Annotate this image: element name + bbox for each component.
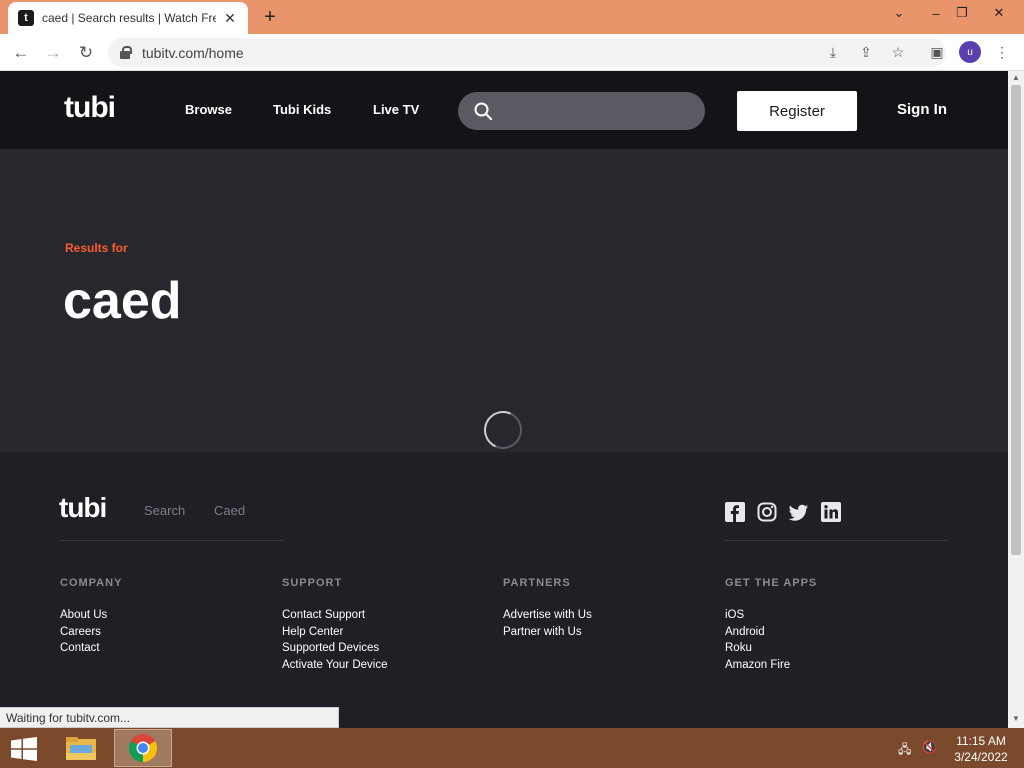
linkedin-icon[interactable] — [821, 502, 841, 522]
footer-link-roku[interactable]: Roku — [725, 642, 752, 654]
network-icon[interactable]: 🖧 — [898, 740, 914, 756]
lock-icon — [120, 45, 132, 60]
footer-tubi-logo[interactable]: tubi — [59, 492, 107, 524]
new-tab-icon[interactable]: + — [258, 6, 282, 28]
footer-link-contact[interactable]: Contact — [60, 642, 100, 654]
nav-live-tv[interactable]: Live TV — [373, 102, 419, 117]
site-footer: tubi Search Caed COMPANY About Us Career… — [0, 452, 1008, 728]
clock-time: 11:15 AM — [956, 734, 1006, 748]
windows-start-icon[interactable] — [10, 737, 38, 761]
tab-title: caed | Search results | Watch Free — [42, 11, 216, 25]
footer-link-partner[interactable]: Partner with Us — [503, 626, 582, 638]
forward-icon[interactable]: → — [40, 40, 66, 66]
taskbar: 🖧 🔇 11:15 AM 3/24/2022 — [0, 728, 1024, 768]
bookmark-star-icon[interactable]: ☆ — [888, 42, 908, 62]
site-header: tubi Browse Tubi Kids Live TV Register S… — [0, 71, 1008, 149]
footer-col-support-title: SUPPORT — [282, 577, 343, 589]
footer-divider-right — [725, 540, 947, 541]
footer-link-help-center[interactable]: Help Center — [282, 626, 343, 638]
tubi-logo[interactable]: tubi — [64, 91, 116, 125]
file-explorer-taskbar-button[interactable] — [52, 729, 110, 767]
tab-close-icon[interactable]: ✕ — [222, 10, 238, 26]
footer-link-advertise[interactable]: Advertise with Us — [503, 609, 592, 621]
loading-spinner-icon — [478, 405, 528, 455]
tab-search-chevron-icon[interactable]: ⌄ — [882, 0, 916, 26]
folder-icon — [66, 737, 96, 760]
scrollbar-thumb[interactable] — [1011, 85, 1021, 555]
footer-link-contact-support[interactable]: Contact Support — [282, 609, 365, 621]
footer-col-apps-title: GET THE APPS — [725, 577, 818, 589]
reload-icon[interactable]: ↻ — [73, 40, 99, 66]
scroll-down-icon[interactable]: ▼ — [1011, 714, 1021, 724]
close-window-icon[interactable]: ✕ — [982, 0, 1016, 26]
share-icon[interactable]: ⇪ — [856, 42, 876, 62]
instagram-icon[interactable] — [757, 502, 777, 522]
chrome-taskbar-button[interactable] — [114, 729, 172, 767]
breadcrumb-search[interactable]: Search — [144, 503, 185, 518]
side-panel-icon[interactable]: ▣ — [927, 42, 947, 62]
search-query-title: caed — [63, 272, 182, 330]
clock-date: 3/24/2022 — [954, 750, 1008, 764]
nav-browse[interactable]: Browse — [185, 102, 232, 117]
volume-muted-icon[interactable]: 🔇 — [922, 740, 938, 756]
tab-strip: t caed | Search results | Watch Free ✕ +… — [0, 0, 1024, 34]
footer-link-ios[interactable]: iOS — [725, 609, 744, 621]
browser-tab[interactable]: t caed | Search results | Watch Free ✕ — [8, 2, 248, 34]
menu-kebab-icon[interactable]: ⋮ — [992, 42, 1012, 62]
browser-toolbar: ← → ↻ tubitv.com/home ⤓ ⇪ ☆ ▣ u ⋮ — [0, 34, 1024, 71]
scroll-up-icon[interactable]: ▲ — [1011, 73, 1021, 83]
back-icon[interactable]: ← — [8, 40, 34, 66]
sign-in-link[interactable]: Sign In — [897, 101, 947, 118]
url-text: tubitv.com/home — [142, 44, 244, 61]
chrome-icon — [129, 734, 157, 762]
restore-icon[interactable]: ❐ — [945, 0, 979, 26]
tubi-favicon-icon: t — [18, 10, 34, 26]
facebook-icon[interactable] — [725, 502, 745, 522]
profile-avatar[interactable]: u — [959, 41, 981, 63]
page-scrollbar[interactable]: ▲ ▼ — [1008, 71, 1024, 728]
twitter-icon[interactable] — [789, 502, 809, 522]
address-bar[interactable]: tubitv.com/home — [108, 38, 946, 67]
results-for-label: Results for — [65, 241, 128, 255]
breadcrumb-caed: Caed — [214, 503, 246, 518]
browser-status-bar: Waiting for tubitv.com... — [0, 707, 339, 728]
web-page: tubi Browse Tubi Kids Live TV Register S… — [0, 71, 1008, 728]
footer-link-about-us[interactable]: About Us — [60, 609, 107, 621]
install-app-icon[interactable]: ⤓ — [823, 42, 843, 62]
footer-link-activate-device[interactable]: Activate Your Device — [282, 659, 387, 671]
system-clock[interactable]: 11:15 AM 3/24/2022 — [946, 733, 1016, 765]
footer-link-supported-devices[interactable]: Supported Devices — [282, 642, 379, 654]
footer-link-android[interactable]: Android — [725, 626, 765, 638]
nav-tubi-kids[interactable]: Tubi Kids — [273, 102, 331, 117]
footer-col-partners-title: PARTNERS — [503, 577, 571, 589]
footer-col-company-title: COMPANY — [60, 577, 123, 589]
search-input[interactable] — [458, 92, 705, 130]
footer-link-careers[interactable]: Careers — [60, 626, 101, 638]
register-button[interactable]: Register — [737, 91, 857, 131]
footer-divider-left — [60, 540, 283, 541]
search-icon — [474, 102, 492, 120]
footer-link-amazon-fire[interactable]: Amazon Fire — [725, 659, 790, 671]
